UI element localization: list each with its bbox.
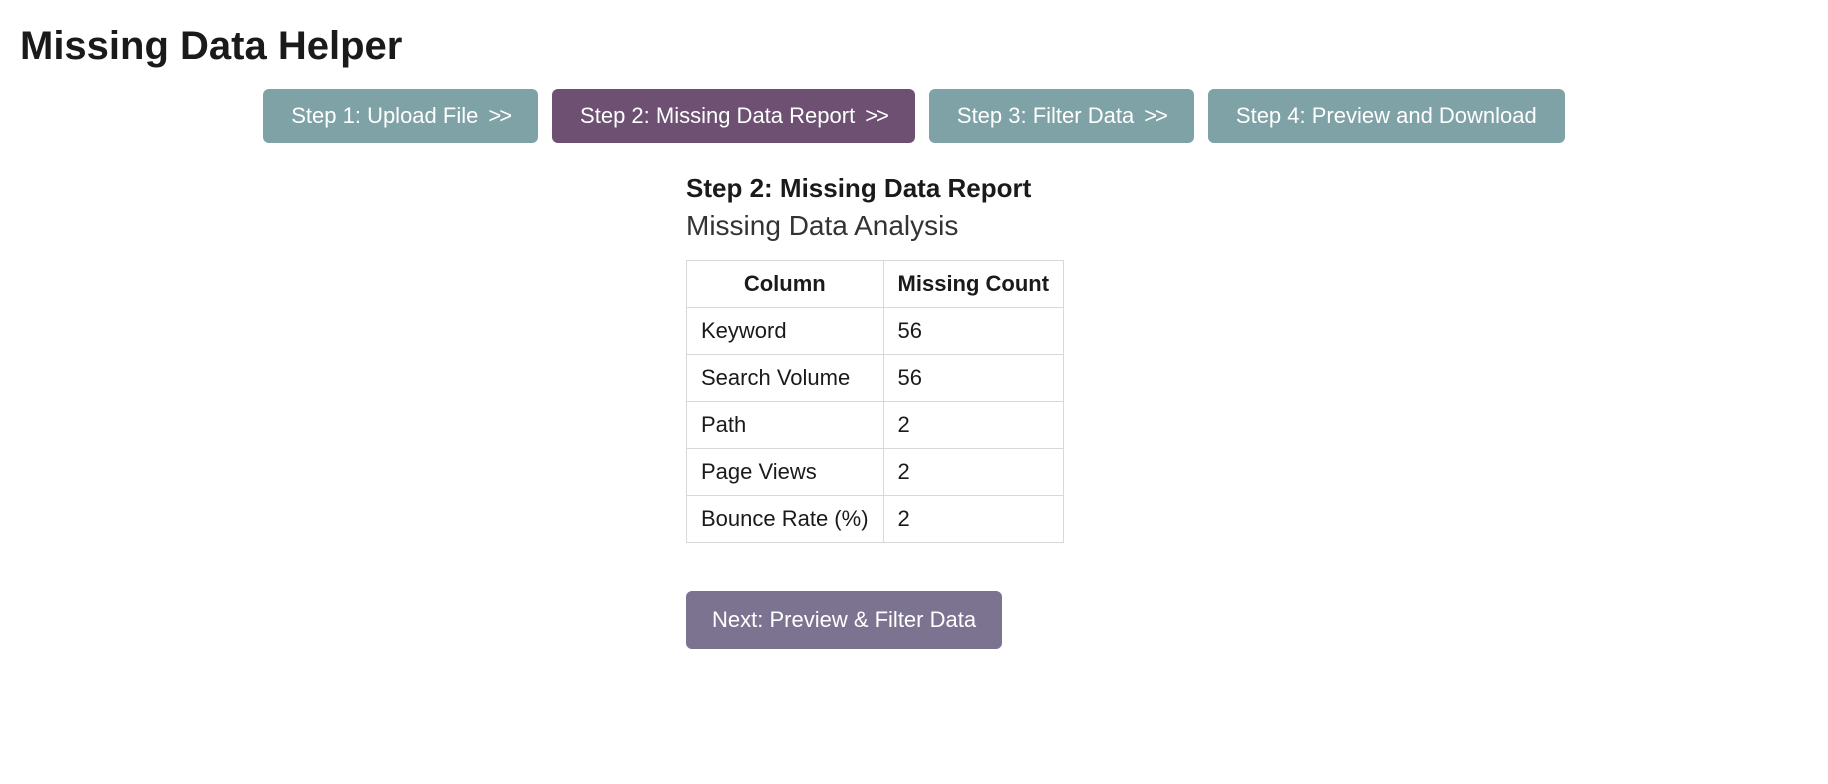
cell-column: Search Volume — [687, 355, 884, 402]
page-title: Missing Data Helper — [0, 0, 1828, 89]
cell-missing-count: 56 — [883, 355, 1064, 402]
cell-column: Path — [687, 402, 884, 449]
table-row: Search Volume 56 — [687, 355, 1064, 402]
table-row: Keyword 56 — [687, 308, 1064, 355]
analysis-heading: Missing Data Analysis — [686, 210, 958, 242]
table-row: Path 2 — [687, 402, 1064, 449]
table-row: Bounce Rate (%) 2 — [687, 496, 1064, 543]
steps-nav: Step 1: Upload File >> Step 2: Missing D… — [0, 89, 1828, 173]
table-row: Page Views 2 — [687, 449, 1064, 496]
step-2-label: Step 2: Missing Data Report — [580, 103, 855, 129]
header-column: Column — [687, 261, 884, 308]
cell-missing-count: 2 — [883, 449, 1064, 496]
step-1-label: Step 1: Upload File — [291, 103, 478, 129]
step-3-label: Step 3: Filter Data — [957, 103, 1134, 129]
chevron-right-icon: >> — [488, 103, 510, 129]
chevron-right-icon: >> — [865, 103, 887, 129]
cell-column: Keyword — [687, 308, 884, 355]
cell-missing-count: 56 — [883, 308, 1064, 355]
step-2-button[interactable]: Step 2: Missing Data Report >> — [552, 89, 915, 143]
cell-column: Page Views — [687, 449, 884, 496]
step-3-button[interactable]: Step 3: Filter Data >> — [929, 89, 1194, 143]
cell-column: Bounce Rate (%) — [687, 496, 884, 543]
missing-data-table: Column Missing Count Keyword 56 Search V… — [686, 260, 1064, 543]
chevron-right-icon: >> — [1144, 103, 1166, 129]
header-missing-count: Missing Count — [883, 261, 1064, 308]
step-heading: Step 2: Missing Data Report — [686, 173, 1031, 204]
step-4-label: Step 4: Preview and Download — [1236, 103, 1537, 129]
next-button[interactable]: Next: Preview & Filter Data — [686, 591, 1002, 649]
main-content: Step 2: Missing Data Report Missing Data… — [686, 173, 1828, 649]
cell-missing-count: 2 — [883, 402, 1064, 449]
cell-missing-count: 2 — [883, 496, 1064, 543]
table-header-row: Column Missing Count — [687, 261, 1064, 308]
step-4-button[interactable]: Step 4: Preview and Download — [1208, 89, 1565, 143]
step-1-button[interactable]: Step 1: Upload File >> — [263, 89, 538, 143]
